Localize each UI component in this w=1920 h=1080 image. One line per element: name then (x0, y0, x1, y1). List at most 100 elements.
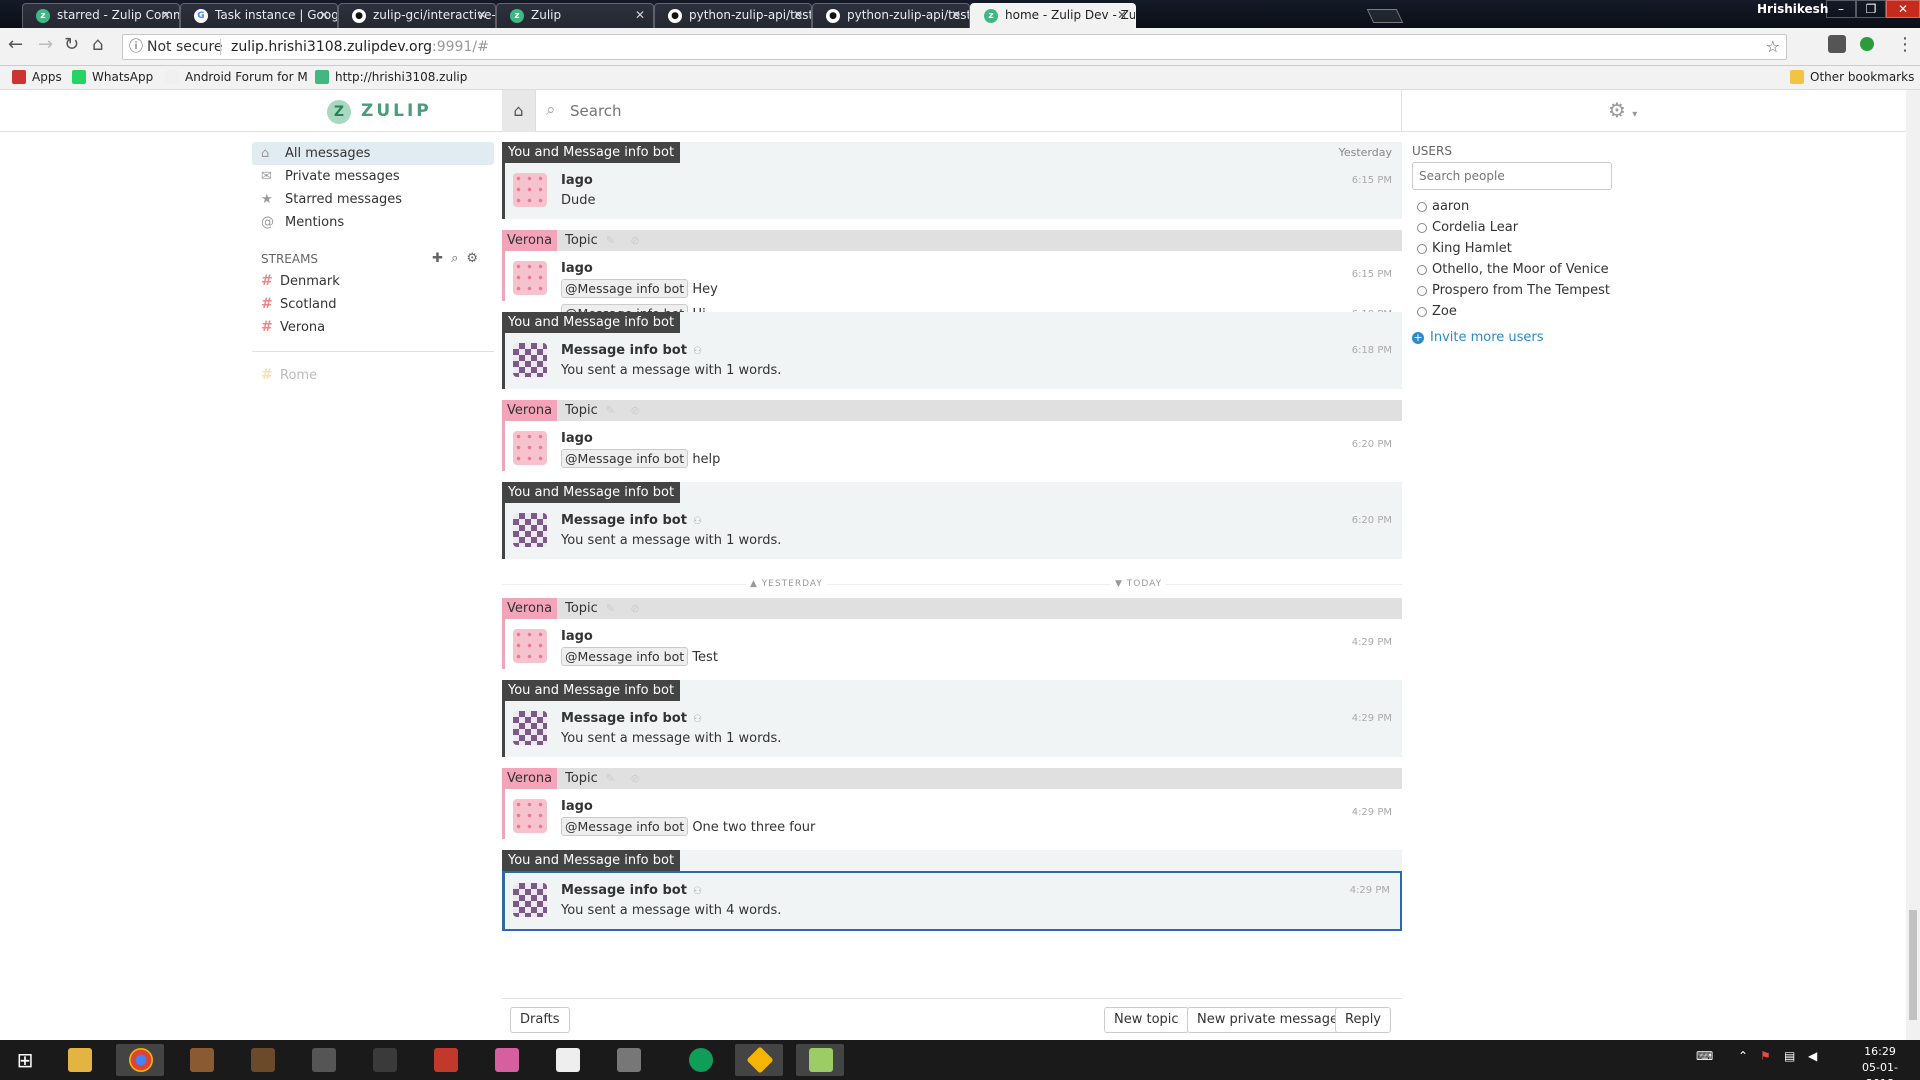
user-item[interactable]: Zoe (1412, 301, 1612, 322)
nav-private-messages[interactable]: ✉ Private messages (252, 165, 494, 188)
stream-item[interactable]: # Scotland (252, 293, 494, 316)
user-mention[interactable]: @Message info bot (561, 817, 689, 836)
recipient-bar[interactable]: You and Message info bot (502, 680, 1402, 701)
nav-all-messages[interactable]: ⌂ All messages (252, 142, 494, 165)
avatar[interactable] (513, 799, 547, 833)
search-icon[interactable]: ⌕ (546, 100, 556, 120)
taskbar-app[interactable] (482, 1044, 530, 1076)
pm-recipient-label[interactable]: You and Message info bot (502, 850, 681, 871)
message-time[interactable]: 6:15 PM (1352, 175, 1392, 186)
reload-icon[interactable]: ↻ (64, 34, 79, 55)
browser-tab[interactable]: zstarred - Zulip Commun✕ (22, 3, 180, 28)
recipient-bar[interactable]: Verona Topic ✎ ⊘ (502, 768, 1402, 789)
close-tab-icon[interactable]: ✕ (319, 4, 329, 27)
user-mention[interactable]: @Message info bot (561, 449, 689, 468)
taskbar-app[interactable] (604, 1044, 652, 1076)
close-tab-icon[interactable]: ✕ (1117, 4, 1127, 27)
browser-tab[interactable]: ●python-zulip-api/test_fi✕ (654, 3, 812, 28)
avatar[interactable] (513, 513, 547, 547)
taskbar-app[interactable] (299, 1044, 347, 1076)
message[interactable]: Iago @Message info bot Test 4:29 PM (502, 619, 1402, 669)
invite-users-link[interactable]: + Invite more users (1412, 328, 1612, 348)
user-mention[interactable]: @Message info bot (561, 647, 689, 666)
message[interactable]: Message info bot ⚇ You sent a message with… (502, 871, 1402, 931)
url-field[interactable]: ⓘ Not secure zulip.hrishi3108.zulipdev.o… (122, 34, 1787, 60)
nav-starred-messages[interactable]: ★ Starred messages (252, 188, 494, 211)
reply-button[interactable]: Reply (1335, 1007, 1392, 1033)
sender-name[interactable]: Message info bot (561, 343, 687, 358)
start-button[interactable]: ⊞ (0, 1044, 48, 1076)
keyboard-icon[interactable]: ⌨ (1696, 1049, 1713, 1063)
recipient-bar[interactable]: You and Message info bot (502, 482, 1402, 503)
taskbar-app[interactable] (421, 1044, 469, 1076)
maximize-button[interactable]: ❐ (1856, 0, 1886, 18)
message-time[interactable]: 6:20 PM (1352, 515, 1392, 526)
topic-label[interactable]: Topic (557, 230, 598, 251)
recipient-bar[interactable]: You and Message info bot (502, 312, 1402, 333)
taskbar-app[interactable] (55, 1044, 103, 1076)
home-icon[interactable]: ⌂ (92, 34, 103, 55)
edit-topic-icon[interactable]: ✎ ⊘ (606, 602, 646, 615)
extension-status-icon[interactable] (1860, 37, 1874, 51)
stream-label[interactable]: Verona (502, 230, 558, 251)
browser-tab[interactable]: ●python-zulip-api/test_fi✕ (812, 3, 970, 28)
pm-recipient-label[interactable]: You and Message info bot (502, 680, 681, 701)
new-tab-button[interactable] (1366, 9, 1404, 23)
new-private-message-button[interactable]: New private message (1187, 1007, 1349, 1033)
topic-label[interactable]: Topic (557, 768, 598, 789)
zulip-logo[interactable]: Z ZULIP (327, 100, 432, 124)
message-time[interactable]: 4:29 PM (1350, 885, 1390, 896)
extension-icon[interactable] (1828, 35, 1846, 53)
taskbar-app[interactable] (238, 1044, 286, 1076)
message[interactable]: Iago @Message info bot help 6:20 PM (502, 421, 1402, 471)
recipient-bar[interactable]: Verona Topic ✎ ⊘ (502, 230, 1402, 251)
search-input[interactable] (570, 98, 1370, 124)
close-tab-icon[interactable]: ✕ (635, 4, 645, 27)
stream-label[interactable]: Verona (502, 598, 558, 619)
avatar[interactable] (513, 261, 547, 295)
url-text[interactable]: zulip.hrishi3108.zulipdev.org:9991/# (231, 35, 489, 59)
recipient-bar[interactable]: Verona Topic ✎ ⊘ (502, 400, 1402, 421)
sender-name[interactable]: Message info bot (561, 513, 687, 528)
search-people-input[interactable] (1412, 162, 1612, 190)
message-time[interactable]: 6:18 PM (1352, 345, 1392, 356)
back-icon[interactable]: ← (8, 34, 23, 55)
pm-recipient-label[interactable]: You and Message info bot (502, 312, 681, 333)
profile-name[interactable]: Hrishikesh (1757, 2, 1828, 16)
taskbar-app[interactable] (177, 1044, 225, 1076)
drafts-button[interactable]: Drafts (510, 1007, 570, 1033)
network-icon[interactable]: ▤ (1784, 1049, 1795, 1063)
browser-tab[interactable]: z Zulip ✕ (496, 3, 654, 28)
message[interactable]: Iago @Message info bot One two three four… (502, 789, 1402, 839)
forward-icon[interactable]: → (38, 34, 53, 55)
taskbar-app[interactable] (796, 1044, 844, 1076)
message[interactable]: Iago Dude 6:15 PM (502, 163, 1402, 219)
sender-name[interactable]: Iago (561, 173, 593, 188)
sender-name[interactable]: Iago (561, 431, 593, 446)
info-icon[interactable]: ⓘ (129, 35, 143, 59)
taskbar-app[interactable] (543, 1044, 591, 1076)
stream-label[interactable]: Verona (502, 768, 558, 789)
browser-tab[interactable]: GTask instance | Google C✕ (180, 3, 338, 28)
other-bookmarks[interactable]: Other bookmarks (1790, 66, 1914, 88)
close-window-button[interactable]: ✕ (1886, 0, 1920, 18)
user-item[interactable]: King Hamlet (1412, 238, 1612, 259)
recipient-bar[interactable]: Verona Topic ✎ ⊘ (502, 598, 1402, 619)
sender-name[interactable]: Iago (561, 629, 593, 644)
edit-topic-icon[interactable]: ✎ ⊘ (606, 234, 646, 247)
topic-label[interactable]: Topic (557, 400, 598, 421)
close-tab-icon[interactable]: ✕ (951, 4, 961, 27)
page-scrollbar[interactable] (1906, 90, 1920, 1040)
bookmark-item[interactable]: WhatsApp (72, 66, 153, 88)
taskbar-app[interactable] (676, 1044, 724, 1076)
stream-actions[interactable]: ✚⌕⚙ (432, 248, 486, 270)
edit-topic-icon[interactable]: ✎ ⊘ (606, 404, 646, 417)
sender-name[interactable]: Message info bot (561, 711, 687, 726)
clock[interactable]: 16:29 05-01-2018 (1850, 1044, 1910, 1080)
edit-topic-icon[interactable]: ✎ ⊘ (606, 772, 646, 785)
scrollbar-thumb[interactable] (1909, 910, 1917, 1020)
close-tab-icon[interactable]: ✕ (477, 4, 487, 27)
message-time[interactable]: 6:15 PM (1352, 263, 1392, 286)
message[interactable]: Message info bot ⚇ You sent a message with… (502, 503, 1402, 559)
minimize-button[interactable]: – (1826, 0, 1856, 18)
